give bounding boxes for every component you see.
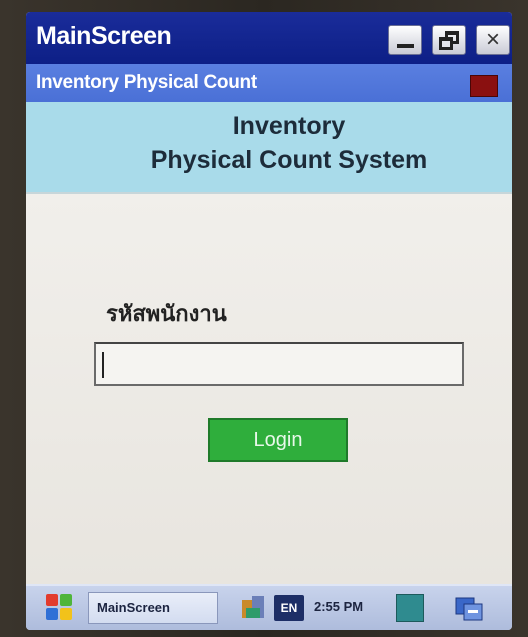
minimize-icon <box>397 44 414 48</box>
start-windows-icon[interactable] <box>46 594 74 622</box>
banner-title-line1: Inventory <box>232 112 346 140</box>
banner-title-line2: Physical Count System <box>150 146 428 174</box>
keyboard-icon[interactable] <box>454 594 484 622</box>
employee-id-input[interactable] <box>94 342 464 386</box>
login-panel: รหัสพนักงาน Login <box>26 194 512 584</box>
header-banner: Inventory Physical Count System <box>26 102 512 194</box>
tray-app-icon[interactable] <box>240 594 266 622</box>
restore-icon-front <box>439 37 453 50</box>
taskbar: MainScreen EN 2:55 PM <box>26 584 512 630</box>
minimize-button[interactable] <box>388 25 422 55</box>
close-icon: × <box>485 26 500 53</box>
window-title: MainScreen <box>36 22 172 50</box>
form-captionbar: Inventory Physical Count <box>26 64 512 102</box>
windows-flag-yellow <box>60 608 72 620</box>
employee-id-label: รหัสพนักงาน <box>106 301 227 326</box>
windows-flag-red <box>46 594 58 606</box>
restore-button[interactable] <box>432 25 466 55</box>
device-frame: MainScreen × Inventory Physical Count In… <box>0 0 528 637</box>
close-button[interactable]: × <box>476 25 510 55</box>
clock[interactable]: 2:55 PM <box>314 599 363 614</box>
form-close-button[interactable] <box>470 75 498 97</box>
form-caption: Inventory Physical Count <box>36 72 257 93</box>
language-indicator[interactable]: EN <box>274 595 304 621</box>
taskbar-item-mainscreen[interactable]: MainScreen <box>88 592 218 624</box>
text-caret <box>102 352 104 378</box>
windows-flag-green <box>60 594 72 606</box>
login-button[interactable]: Login <box>208 418 348 462</box>
screen: MainScreen × Inventory Physical Count In… <box>26 12 512 630</box>
network-icon[interactable] <box>396 594 424 622</box>
windows-flag-blue <box>46 608 58 620</box>
window-titlebar: MainScreen × <box>26 12 512 64</box>
